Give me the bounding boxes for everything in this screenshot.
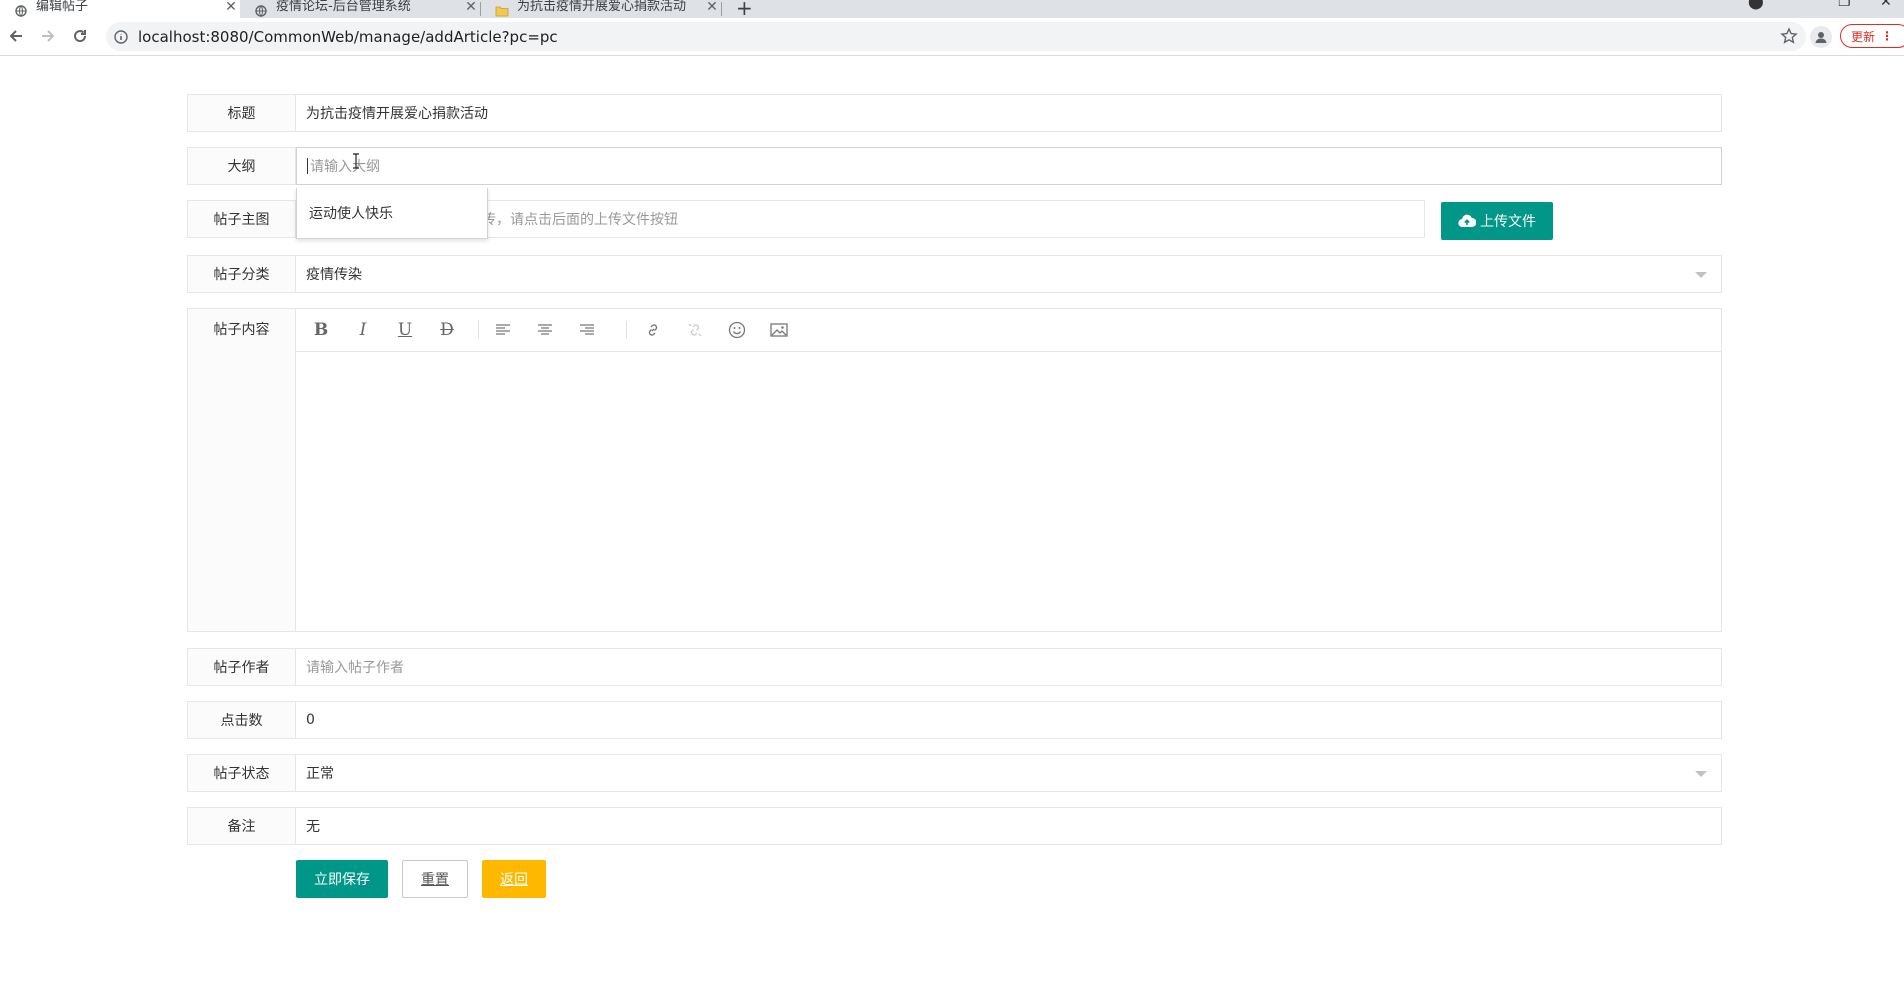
italic-icon[interactable]: I — [352, 319, 374, 341]
tab-title: 为抗击疫情开展爱心捐款活动 — [517, 0, 687, 14]
profile-icon[interactable] — [1810, 26, 1832, 48]
cloud-upload-icon — [1458, 214, 1476, 228]
close-icon[interactable]: ✕ — [462, 0, 480, 15]
status-label: 帖子状态 — [187, 754, 296, 792]
close-icon[interactable]: ✕ — [703, 0, 721, 15]
folder-icon — [495, 4, 509, 18]
close-icon[interactable]: ✕ — [222, 0, 240, 15]
dropdown-arrow-icon — [1695, 272, 1707, 278]
outline-input[interactable]: 请输入大纲 — [296, 147, 1722, 185]
reset-button[interactable]: 重置 — [402, 860, 468, 898]
status-select[interactable]: 正常 — [296, 754, 1722, 792]
toolbar-separator — [626, 321, 627, 339]
upload-file-button[interactable]: 上传文件 — [1441, 202, 1553, 240]
author-input[interactable]: 请输入帖子作者 — [296, 648, 1722, 686]
content-label: 帖子内容 — [187, 308, 296, 632]
remark-label: 备注 — [187, 807, 296, 845]
url-text: localhost:8080/CommonWeb/manage/addArtic… — [138, 28, 558, 46]
star-icon[interactable] — [1780, 27, 1798, 45]
extension-icon[interactable]: ⬤ — [1748, 0, 1764, 10]
align-center-icon[interactable] — [534, 319, 556, 341]
emoji-icon[interactable] — [726, 319, 748, 341]
tab-strip: 编辑帖子 ✕ 疫情论坛-后台管理系统 ✕ 为抗击疫情开展爱心捐款活动 ✕ + ⬤… — [0, 0, 1904, 20]
align-left-icon[interactable] — [492, 319, 514, 341]
category-value: 疫情传染 — [306, 267, 362, 283]
back-arrow-icon[interactable] — [4, 24, 28, 48]
align-right-icon[interactable] — [576, 319, 598, 341]
address-bar[interactable]: localhost:8080/CommonWeb/manage/addArtic… — [106, 22, 1806, 51]
outline-suggestion-dropdown[interactable]: 运动使人快乐 — [296, 188, 488, 239]
title-label: 标题 — [187, 94, 296, 132]
save-button[interactable]: 立即保存 — [296, 860, 388, 898]
tab-edit-post[interactable]: 编辑帖子 ✕ — [0, 0, 240, 18]
text-cursor-icon — [353, 153, 359, 169]
globe-icon — [14, 4, 28, 18]
status-value: 正常 — [306, 766, 334, 782]
upload-file-label: 上传文件 — [1480, 214, 1536, 230]
info-icon[interactable] — [114, 29, 128, 44]
tab-donation-event[interactable]: 为抗击疫情开展爱心捐款活动 ✕ — [481, 0, 721, 18]
category-select[interactable]: 疫情传染 — [296, 255, 1722, 293]
back-button[interactable]: 返回 — [482, 860, 546, 898]
category-label: 帖子分类 — [187, 255, 296, 293]
image-icon[interactable] — [768, 319, 790, 341]
rich-text-editor: B I U D — [296, 308, 1722, 632]
text-caret — [307, 158, 308, 174]
outline-label: 大纲 — [187, 147, 296, 185]
remark-input[interactable]: 无 — [296, 807, 1722, 845]
title-input[interactable]: 为抗击疫情开展爱心捐款活动 — [296, 94, 1722, 132]
reload-icon[interactable] — [68, 24, 92, 48]
editor-body[interactable] — [296, 352, 1721, 631]
more-menu-icon[interactable]: ⋮ — [1881, 29, 1893, 43]
bold-icon[interactable]: B — [310, 319, 332, 341]
main-image-placeholder: 上传，请点击后面的上传文件按钮 — [468, 212, 678, 228]
globe-icon — [254, 4, 268, 18]
author-placeholder: 请输入帖子作者 — [306, 660, 404, 676]
author-label: 帖子作者 — [187, 648, 296, 686]
new-tab-icon[interactable]: + — [736, 0, 753, 20]
strikethrough-icon[interactable]: D — [436, 319, 458, 341]
forward-arrow-icon[interactable] — [36, 24, 60, 48]
tab-title: 疫情论坛-后台管理系统 — [276, 0, 411, 14]
update-button[interactable]: 更新 ⋮ — [1840, 24, 1904, 48]
outline-suggestion-item[interactable]: 运动使人快乐 — [309, 203, 393, 223]
toolbar-separator — [478, 321, 479, 339]
browser-toolbar: localhost:8080/CommonWeb/manage/addArtic… — [0, 18, 1904, 56]
outline-placeholder: 请输入大纲 — [310, 159, 380, 175]
tab-separator — [721, 2, 722, 16]
close-window-icon[interactable]: ✕ — [1880, 0, 1892, 10]
tab-admin-system[interactable]: 疫情论坛-后台管理系统 ✕ — [240, 0, 480, 18]
update-label: 更新 — [1851, 29, 1876, 44]
link-icon[interactable] — [642, 319, 664, 341]
clicks-label: 点击数 — [187, 701, 296, 739]
underline-icon[interactable]: U — [394, 319, 416, 341]
unlink-icon[interactable] — [684, 319, 706, 341]
editor-toolbar: B I U D — [296, 309, 1721, 352]
restore-icon[interactable]: ❐ — [1838, 0, 1851, 10]
tab-title: 编辑帖子 — [36, 0, 89, 14]
main-image-label: 帖子主图 — [187, 200, 296, 238]
clicks-input[interactable]: 0 — [296, 701, 1722, 739]
dropdown-arrow-icon — [1695, 771, 1707, 777]
